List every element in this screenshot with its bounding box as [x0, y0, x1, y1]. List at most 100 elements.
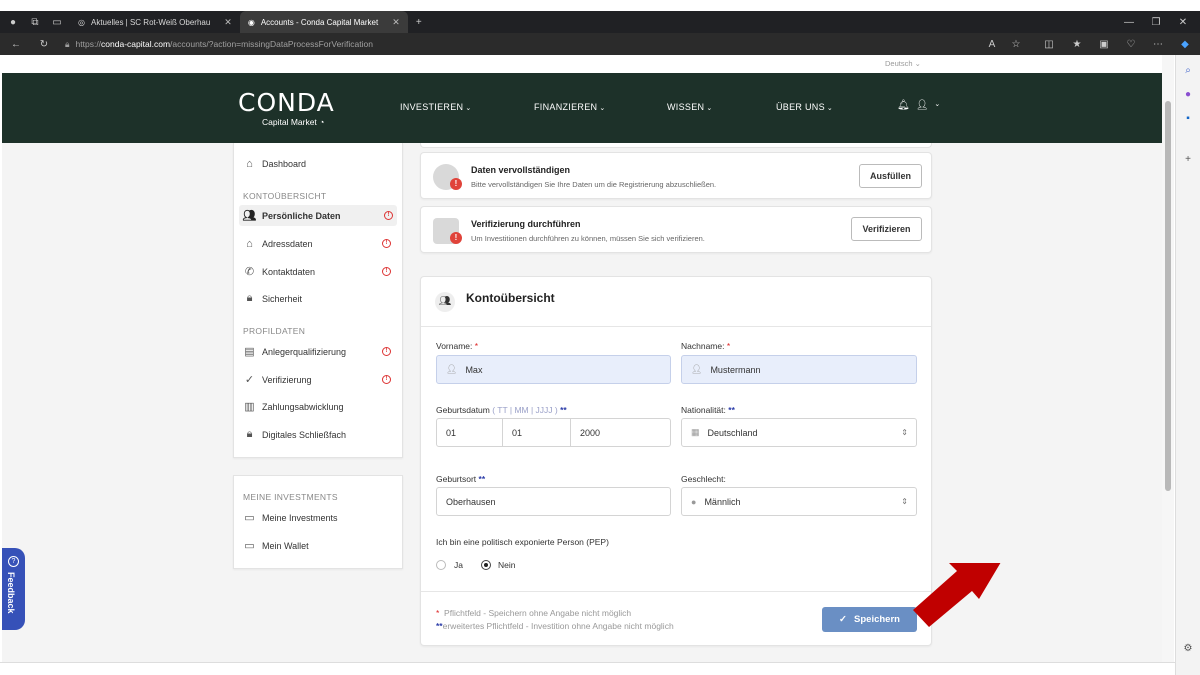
birth-day-field[interactable]: 01 [436, 418, 503, 447]
sidebar-item-mein-wallet[interactable]: ▭ Mein Wallet [243, 539, 395, 552]
card-header-divider [421, 326, 931, 327]
add-sidebar-app-icon[interactable]: + [1181, 152, 1195, 166]
favorite-star-icon[interactable]: ☆ [1009, 37, 1023, 51]
geschlecht-select[interactable]: ● Männlich ⇕ [681, 487, 917, 516]
search-icon[interactable]: ⌕ [1181, 63, 1195, 77]
nav-finanzieren[interactable]: FINANZIEREN ⌄ [534, 102, 605, 112]
footnote-required: * Pflichtfeld - Speichern ohne Angabe ni… [436, 608, 631, 618]
extended-required-marker: ** [478, 474, 486, 484]
profile-icon[interactable]: ● [6, 15, 20, 29]
pep-ja-radio[interactable] [436, 560, 446, 570]
nationalitaet-label: Nationalität: ** [681, 405, 735, 415]
url-host: conda-capital.com [101, 39, 171, 49]
investment-icon: ▭ [244, 512, 255, 524]
sidebar-item-anlegerqualifizierung[interactable]: ▤ Anlegerqualifizierung ! [243, 345, 395, 358]
sidebar-item-meine-investments[interactable]: ▭ Meine Investments [243, 511, 395, 524]
browser-essentials-icon[interactable]: ♡ [1124, 37, 1138, 51]
close-window-icon[interactable]: ✕ [1176, 15, 1190, 29]
sidebar-item-digitales-schliessfach[interactable]: 🔒︎ Digitales Schließfach [243, 428, 395, 441]
geburtsort-label: Geburtsort ** [436, 474, 485, 484]
red-arrow-annotation [913, 563, 1001, 627]
url-field[interactable]: 🔒︎ https://conda-capital.com/accounts/?a… [65, 39, 373, 50]
sidebar-item-kontaktdaten[interactable]: ✆ Kontaktdaten ! [243, 265, 395, 278]
collections-icon[interactable]: ▣ [1097, 37, 1111, 51]
nav-wissen[interactable]: WISSEN ⌄ [667, 102, 712, 112]
card-title: Kontoübersicht [466, 291, 555, 305]
close-tab-icon[interactable]: ✕ [224, 17, 232, 28]
close-tab-icon[interactable]: ✕ [392, 17, 400, 28]
split-screen-icon[interactable]: ◫ [1042, 37, 1056, 51]
settings-gear-icon[interactable]: ⚙ [1181, 641, 1195, 655]
back-icon[interactable]: ← [9, 37, 23, 51]
geburtsdatum-label: Geburtsdatum ( TT | MM | JJJJ ) ** [436, 405, 567, 415]
birth-year-value: 2000 [580, 427, 601, 438]
language-selector[interactable]: Deutsch ⌄ [885, 59, 921, 68]
scrollbar-thumb[interactable] [1165, 101, 1171, 491]
more-menu-icon[interactable]: ⋯ [1151, 37, 1165, 51]
sidebar-item-verifizierung[interactable]: ✓ Verifizierung ! [243, 373, 395, 386]
copilot-sidebar-icon[interactable]: ● [1181, 87, 1195, 101]
birth-year-field[interactable]: 2000 [570, 418, 671, 447]
bottom-edge [0, 662, 1175, 675]
geschlecht-label: Geschlecht: [681, 474, 726, 484]
wallet-icon: ▭ [244, 540, 255, 552]
sidebar-section-profildaten: PROFILDATEN [243, 326, 306, 336]
sidebar-item-label: Anlegerqualifizierung [262, 346, 347, 357]
geschlecht-value: Männlich [704, 496, 741, 507]
nav-investieren[interactable]: INVESTIEREN ⌄ [400, 102, 471, 112]
birth-month-value: 01 [512, 427, 523, 438]
sidebar-item-persoenliche-daten[interactable]: 👥︎ Persönliche Daten ! [239, 205, 397, 226]
notice-daten-vervollstaendigen: ! Daten vervollständigen Bitte vervollst… [420, 152, 932, 199]
nav-label: INVESTIEREN [400, 102, 464, 112]
tab-actions-icon[interactable]: ▭ [50, 15, 64, 29]
copilot-icon[interactable]: ◆ [1178, 37, 1192, 51]
workspaces-icon[interactable]: ⧉ [28, 15, 42, 29]
notification-bell-icon[interactable]: 🔔︎ [897, 100, 910, 111]
save-label: Speichern [854, 614, 900, 625]
lock-icon: 🔒︎ [246, 292, 253, 304]
sidebar-item-zahlungsabwicklung[interactable]: ▥ Zahlungsabwicklung [243, 400, 395, 413]
sidebar-item-dashboard[interactable]: ⌂ Dashboard [243, 157, 395, 170]
feedback-tab[interactable]: ? Feedback [2, 548, 25, 630]
nationalitaet-select[interactable]: ▦ Deutschland ⇕ [681, 418, 917, 447]
save-button[interactable]: ✓ Speichern [822, 607, 917, 632]
minimize-icon[interactable]: — [1122, 15, 1136, 29]
outlook-icon[interactable]: ▪ [1181, 111, 1195, 125]
pep-nein-radio[interactable] [481, 560, 491, 570]
nachname-field[interactable]: 👤︎ Mustermann [681, 355, 917, 384]
vorname-field[interactable]: 👤︎ Max [436, 355, 671, 384]
tab-sc-rot-weiss[interactable]: ◎ Aktuelles | SC Rot-Weiß Oberhau ✕ [70, 12, 240, 32]
new-tab-icon[interactable]: + [412, 15, 426, 29]
nachname-value: Mustermann [710, 364, 761, 375]
chevron-down-icon: ⌄ [465, 105, 472, 112]
nav-label: WISSEN [667, 102, 705, 112]
notice-title: Verifizierung durchführen [471, 219, 581, 229]
top-strip [0, 0, 1200, 11]
sidebar-item-label: Dashboard [262, 158, 307, 169]
restore-icon[interactable]: ❐ [1149, 15, 1163, 29]
verifizieren-button[interactable]: Verifizieren [851, 217, 922, 241]
previous-card-edge [420, 143, 932, 148]
pep-nein-label[interactable]: Nein [498, 560, 515, 570]
conda-logo[interactable]: CONDA Capital Market ◔ [238, 88, 335, 127]
sidebar-section-meine-investments: MEINE INVESTMENTS [243, 492, 338, 502]
logo-swoosh-icon: ◔ [319, 117, 325, 127]
users-icon: 👥︎ [242, 210, 257, 222]
sidebar-item-sicherheit[interactable]: 🔒︎ Sicherheit [243, 292, 395, 305]
sidebar-item-adressdaten[interactable]: ⌂ Adressdaten ! [243, 237, 395, 250]
select-arrows-icon: ⇕ [901, 428, 908, 437]
read-aloud-icon[interactable]: A [985, 37, 999, 51]
reload-icon[interactable]: ↻ [37, 37, 51, 51]
chevron-down-icon[interactable]: ⌄ [934, 100, 940, 111]
tab-conda-accounts[interactable]: ◉ Accounts - Conda Capital Market ✕ [239, 11, 408, 33]
ausfuellen-button[interactable]: Ausfüllen [859, 164, 922, 188]
footnote-extended-text: erweitertes Pflichtfeld - Investition oh… [442, 621, 674, 631]
pep-label: Ich bin eine politisch exponierte Person… [436, 537, 609, 547]
nav-ueber-uns[interactable]: ÜBER UNS ⌄ [776, 102, 833, 112]
birth-month-field[interactable]: 01 [502, 418, 571, 447]
pep-ja-label[interactable]: Ja [454, 560, 463, 570]
user-icon[interactable]: 👤︎ [916, 100, 929, 111]
favorites-icon[interactable]: ★ [1070, 37, 1084, 51]
geburtsort-field[interactable]: Oberhausen [436, 487, 671, 516]
page-scrollbar[interactable] [1162, 55, 1174, 662]
